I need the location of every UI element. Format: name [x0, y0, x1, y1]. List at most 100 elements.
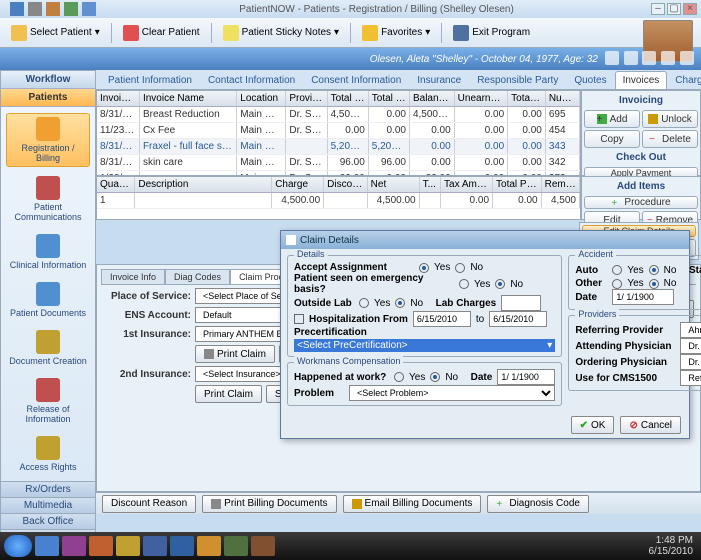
- qat-undo-icon[interactable]: [28, 2, 42, 16]
- print-billing-docs-button[interactable]: Print Billing Documents: [202, 495, 336, 513]
- taskbar-app-5[interactable]: [143, 536, 167, 556]
- qat-save-icon[interactable]: [10, 2, 24, 16]
- emerg-no-radio[interactable]: [495, 279, 505, 289]
- hosp-checkbox[interactable]: [294, 314, 304, 324]
- col-header[interactable]: Provider: [286, 91, 327, 106]
- col-header[interactable]: T...: [420, 177, 441, 192]
- taskbar-app-ie[interactable]: [35, 536, 59, 556]
- clear-patient-button[interactable]: Clear Patient: [116, 21, 207, 45]
- table-row[interactable]: 14,500.004,500.000.000.004,500: [97, 193, 580, 209]
- ord-phys-select[interactable]: Dr. Smith: [680, 354, 701, 370]
- other-yes-radio[interactable]: [612, 279, 622, 289]
- section-back-office[interactable]: Back Office: [1, 513, 95, 529]
- lab-charges-input[interactable]: [501, 295, 541, 311]
- invoice-delete-button[interactable]: −Delete: [642, 130, 698, 148]
- close-button[interactable]: ×: [683, 3, 697, 15]
- sticky-notes-button[interactable]: Patient Sticky Notes▾: [216, 21, 347, 45]
- email-billing-docs-button[interactable]: Email Billing Documents: [343, 495, 482, 513]
- table-row[interactable]: 11/23/2009Cx FeeMain OfficeDr. Smith0.00…: [97, 123, 580, 139]
- hosp-from-input[interactable]: [413, 311, 471, 327]
- auto-yes-radio[interactable]: [612, 265, 622, 275]
- tab-patient-information[interactable]: Patient Information: [100, 71, 200, 89]
- qat-refresh-icon[interactable]: [64, 2, 78, 16]
- col-header[interactable]: Unearned Income: [455, 91, 508, 106]
- wc-date-input[interactable]: [497, 369, 555, 385]
- acc-date-input[interactable]: [612, 289, 674, 305]
- sidebar-item-patient-documents[interactable]: Patient Documents: [6, 279, 90, 321]
- flag-icon[interactable]: [624, 51, 638, 65]
- table-row[interactable]: 8/31/2009Breast ReductionMain OfficeDr. …: [97, 107, 580, 123]
- cms-select[interactable]: Referring Provider: [680, 370, 701, 386]
- ok-button[interactable]: ✔OK: [571, 416, 615, 434]
- lab-yes-radio[interactable]: [359, 298, 369, 308]
- gender-icon[interactable]: [605, 51, 619, 65]
- wc-yes-radio[interactable]: [394, 372, 404, 382]
- taskbar-app-8[interactable]: [224, 536, 248, 556]
- diagnosis-code-button[interactable]: +Diagnosis Code: [487, 495, 589, 513]
- tab-consent-information[interactable]: Consent Information: [303, 71, 409, 89]
- sidebar-item-document-creation[interactable]: Document Creation: [6, 327, 90, 369]
- tab-quotes[interactable]: Quotes: [566, 71, 614, 89]
- col-header[interactable]: Tax Amount: [441, 177, 493, 192]
- select-patient-button[interactable]: Select Patient▾: [4, 21, 107, 45]
- table-row[interactable]: 8/31/2009skin careMain OfficeDr. Smith96…: [97, 155, 580, 171]
- col-header[interactable]: Total Paid: [493, 177, 542, 192]
- col-header[interactable]: Total Cost: [328, 91, 369, 106]
- sidebar-item-registration-billing[interactable]: Registration / Billing: [6, 113, 90, 167]
- taskbar-app-9[interactable]: [251, 536, 275, 556]
- col-header[interactable]: Location: [237, 91, 286, 106]
- auto-no-radio[interactable]: [649, 265, 659, 275]
- lab-no-radio[interactable]: [395, 298, 405, 308]
- ref-prov-select[interactable]: Ahmed Ashraf: [680, 322, 701, 338]
- col-header[interactable]: Total Paid: [369, 91, 410, 106]
- unlock-button[interactable]: Unlock: [642, 110, 698, 128]
- col-header[interactable]: Invoice ...: [97, 91, 140, 106]
- col-header[interactable]: Balance Due: [410, 91, 455, 106]
- subtab-diag-codes[interactable]: Diag Codes: [165, 269, 230, 284]
- col-header[interactable]: Remain: [542, 177, 580, 192]
- section-multimedia[interactable]: Multimedia: [1, 497, 95, 513]
- col-header[interactable]: Discount: [324, 177, 367, 192]
- print-claim-button[interactable]: Print Claim: [195, 345, 275, 363]
- emerg-yes-radio[interactable]: [459, 279, 469, 289]
- taskbar-app-2[interactable]: [62, 536, 86, 556]
- taskbar-app-3[interactable]: [89, 536, 113, 556]
- qat-info-icon[interactable]: [82, 2, 96, 16]
- accept-yes-radio[interactable]: [419, 263, 429, 273]
- add-button[interactable]: +Add: [584, 110, 640, 128]
- qat-pencil-icon[interactable]: [46, 2, 60, 16]
- tab-responsible-party[interactable]: Responsible Party: [469, 71, 566, 89]
- link-icon[interactable]: [680, 51, 694, 65]
- tab-contact-information[interactable]: Contact Information: [200, 71, 303, 89]
- precert-select[interactable]: <Select PreCertification>▾: [294, 339, 555, 352]
- wc-no-radio[interactable]: [430, 372, 440, 382]
- table-row[interactable]: 1/28/2009Main OfficeDr. Smith32.000.0032…: [97, 171, 580, 175]
- other-no-radio[interactable]: [649, 279, 659, 289]
- col-header[interactable]: Invoice Name: [140, 91, 237, 106]
- tab-charge-capture[interactable]: Charge Capture: [667, 71, 701, 89]
- discount-reason-button[interactable]: Discount Reason: [102, 495, 196, 513]
- col-header[interactable]: Description: [135, 177, 272, 192]
- col-header[interactable]: Total Tax: [508, 91, 546, 106]
- favorites-button[interactable]: Favorites▾: [355, 21, 437, 45]
- col-header[interactable]: Number: [546, 91, 580, 106]
- system-tray[interactable]: 1:48 PM6/15/2010: [649, 535, 698, 557]
- tab-insurance[interactable]: Insurance: [409, 71, 469, 89]
- minimize-button[interactable]: –: [651, 3, 665, 15]
- accept-no-radio[interactable]: [455, 263, 465, 273]
- cancel-button[interactable]: ⊘Cancel: [620, 416, 681, 434]
- sidebar-item-release-of-information[interactable]: Release of Information: [6, 375, 90, 427]
- taskbar-app-4[interactable]: [116, 536, 140, 556]
- problem-select[interactable]: <Select Problem>: [349, 385, 555, 401]
- sidebar-item-patient-communications[interactable]: Patient Communications: [6, 173, 90, 225]
- sidebar-item-access-rights[interactable]: Access Rights: [6, 433, 90, 475]
- table-row[interactable]: 8/31/2009Fraxel - full face seriewsMain …: [97, 139, 580, 155]
- wallet-icon[interactable]: [661, 51, 675, 65]
- start-button[interactable]: [4, 535, 32, 557]
- col-header[interactable]: Charge: [272, 177, 324, 192]
- section-workflow[interactable]: Workflow: [1, 71, 95, 89]
- chat-icon[interactable]: [642, 51, 656, 65]
- print-claim-button-2[interactable]: Print Claim: [195, 385, 262, 403]
- exit-button[interactable]: Exit Program: [446, 21, 537, 45]
- subtab-invoice-info[interactable]: Invoice Info: [101, 269, 165, 284]
